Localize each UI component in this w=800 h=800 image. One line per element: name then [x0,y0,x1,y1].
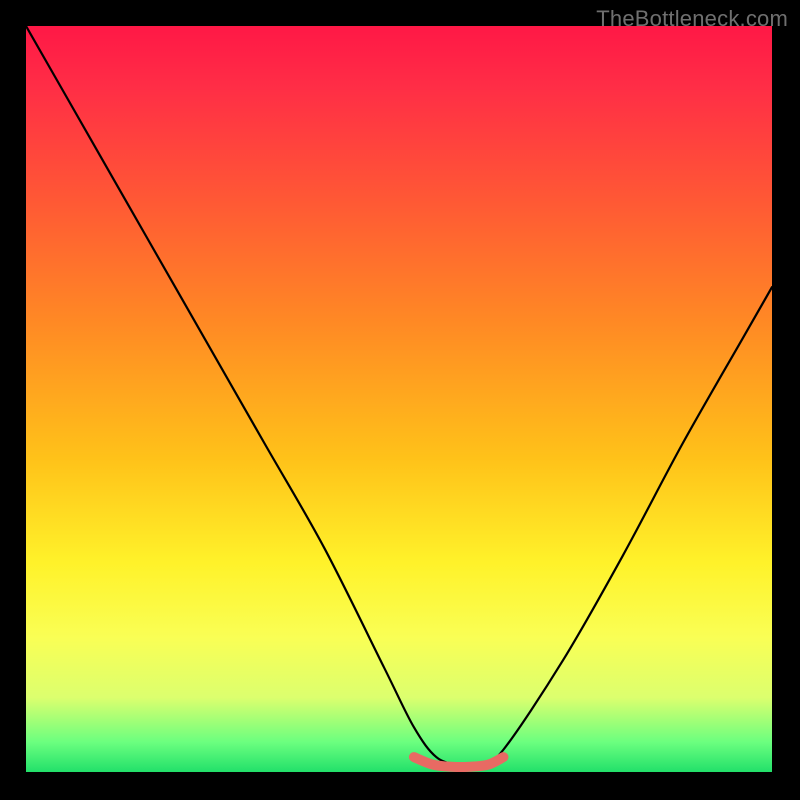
chart-svg [26,26,772,772]
bottleneck-curve [26,26,772,766]
chart-plot-area [26,26,772,772]
valley-highlight [414,757,504,767]
watermark-text: TheBottleneck.com [596,6,788,32]
chart-frame: TheBottleneck.com [0,0,800,800]
